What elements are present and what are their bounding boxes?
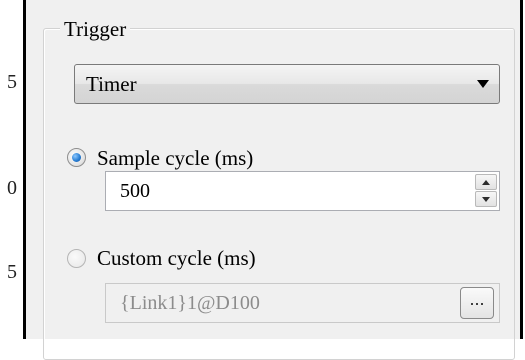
custom-cycle-input[interactable]: {Link1}1@D100 (105, 283, 500, 323)
edge-glyph-3: 5 (7, 261, 17, 283)
edge-glyph-1: 5 (7, 71, 17, 93)
sample-cycle-label[interactable]: Sample cycle (ms) (97, 146, 253, 170)
custom-cycle-label[interactable]: Custom cycle (ms) (97, 246, 256, 270)
sample-cycle-spinner[interactable] (475, 174, 497, 208)
group-title: Trigger (60, 17, 131, 41)
trigger-mode-value: Timer (86, 72, 137, 96)
sample-cycle-value: 500 (120, 180, 150, 202)
spin-down-button[interactable] (475, 191, 497, 207)
chevron-down-icon[interactable] (477, 80, 489, 88)
edge-glyph-2: 0 (7, 177, 17, 199)
sample-cycle-input[interactable]: 500 (105, 171, 500, 211)
custom-cycle-value: {Link1}1@D100 (120, 292, 260, 314)
sample-cycle-radio[interactable] (67, 148, 86, 167)
trigger-mode-dropdown[interactable]: Timer (74, 64, 500, 104)
trigger-panel: Trigger Timer Sample cycle (ms) 500 Cust… (23, 0, 523, 360)
arrow-down-icon (482, 197, 490, 202)
spin-up-button[interactable] (475, 174, 497, 190)
radio-selected-dot (72, 153, 81, 162)
arrow-up-icon (482, 180, 490, 185)
browse-button[interactable]: ... (460, 287, 494, 319)
custom-cycle-radio[interactable] (67, 249, 86, 268)
